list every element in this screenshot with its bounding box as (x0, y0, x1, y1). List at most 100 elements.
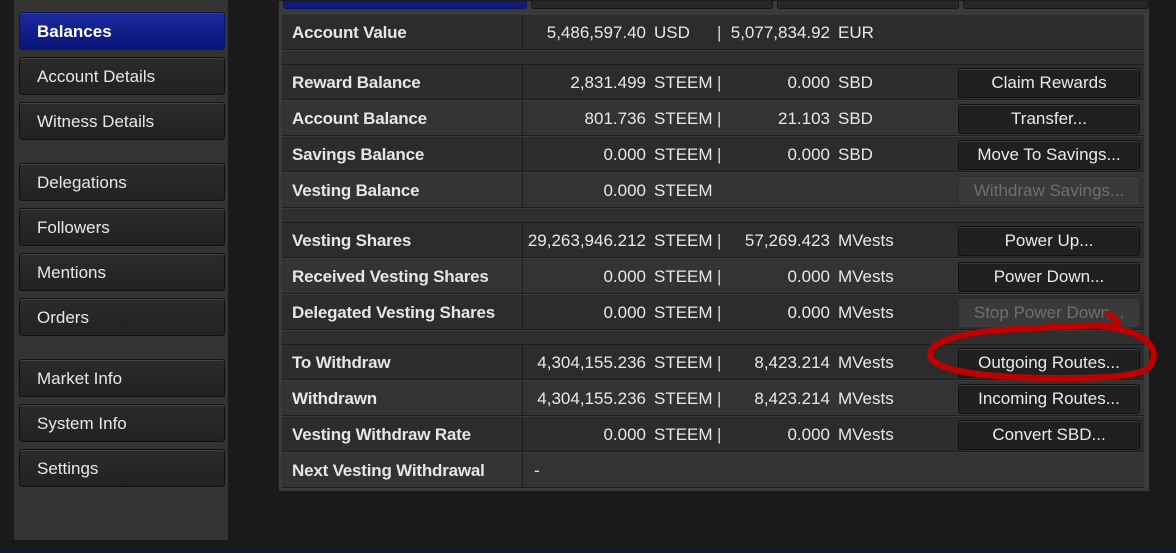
power-up-button[interactable]: Power Up... (958, 226, 1140, 256)
unit-1: STEEM (654, 267, 713, 286)
unit-1: STEEM (654, 425, 713, 444)
sidebar: Balances Account Details Witness Details De… (14, 0, 228, 540)
separator: | (717, 303, 722, 322)
row-label: Reward Balance (292, 73, 421, 92)
row-label: Account Balance (292, 109, 427, 128)
power-down-button[interactable]: Power Down... (958, 262, 1140, 292)
sidebar-item-account-details[interactable]: Account Details (19, 57, 225, 95)
vesting-balance-row: Vesting Balance 0.000 STEEM Withdraw Saving… (282, 173, 1144, 208)
account-value-row: Account Value 5,486,597.40 USD | 5,077,834.9… (282, 15, 1144, 50)
received-vesting-shares-row: Received Vesting Shares 0.000 STEEM | 0.000 M… (282, 259, 1144, 294)
sidebar-item-balances[interactable]: Balances (19, 12, 225, 50)
next-vesting-withdrawal-row: Next Vesting Withdrawal - (282, 453, 1144, 488)
separator: | (717, 109, 722, 128)
vesting-shares-row: Vesting Shares 29,263,946.212 STEEM | 57,269… (282, 223, 1144, 258)
reward-balance-row: Reward Balance 2,831.499 STEEM | 0.000 SBD Cla… (282, 65, 1144, 100)
tab-active[interactable] (283, 1, 527, 9)
row-label: Delegated Vesting Shares (292, 303, 496, 322)
unit-2: MVests (838, 425, 894, 444)
row-label: To Withdraw (292, 353, 391, 372)
tab[interactable] (963, 1, 1149, 9)
value-1: 4,304,155.236 (537, 389, 646, 408)
unit-1: STEEM (654, 181, 713, 200)
separator: | (717, 231, 722, 250)
unit-2: MVests (838, 389, 894, 408)
separator: | (717, 425, 722, 444)
value-2: 8,423.214 (754, 389, 830, 408)
to-withdraw-row: To Withdraw 4,304,155.236 STEEM | 8,423.214 M… (282, 345, 1144, 380)
value-2: 21.103 (778, 109, 830, 128)
sidebar-item-orders[interactable]: Orders (19, 298, 225, 336)
value-1: 0.000 (603, 267, 646, 286)
withdraw-savings-button: Withdraw Savings... (958, 176, 1140, 206)
section-separator (282, 331, 1144, 345)
value-1: 0.000 (603, 303, 646, 322)
sidebar-item-delegations[interactable]: Delegations (19, 163, 225, 201)
row-label: Savings Balance (292, 145, 425, 164)
separator: | (717, 267, 722, 286)
value-1: 29,263,946.212 (527, 231, 646, 250)
unit-2: SBD (838, 145, 873, 164)
unit-2: MVests (838, 353, 894, 372)
savings-balance-row: Savings Balance 0.000 STEEM | 0.000 SBD Move T… (282, 137, 1144, 172)
outgoing-routes-button[interactable]: Outgoing Routes... (958, 348, 1140, 378)
row-label: Vesting Withdraw Rate (292, 425, 471, 444)
stop-power-down-button: Stop Power Down... (958, 298, 1140, 328)
unit-1: STEEM (654, 145, 713, 164)
separator: | (717, 145, 722, 164)
value-2: 0.000 (787, 303, 830, 322)
unit-2: SBD (838, 109, 873, 128)
sidebar-item-mentions[interactable]: Mentions (19, 253, 225, 291)
unit-2: MVests (838, 231, 894, 250)
convert-sbd-button[interactable]: Convert SBD... (958, 420, 1140, 450)
sidebar-item-market-info[interactable]: Market Info (19, 359, 225, 397)
value-1: 0.000 (603, 425, 646, 444)
unit-2: SBD (838, 73, 873, 92)
row-label: Withdrawn (292, 389, 377, 408)
sidebar-item-followers[interactable]: Followers (19, 208, 225, 246)
value-1: 2,831.499 (570, 73, 646, 92)
value-2: 57,269.423 (744, 231, 830, 250)
separator: | (717, 389, 722, 408)
row-label: Vesting Shares (292, 231, 412, 250)
section-separator (282, 209, 1144, 223)
unit-1: STEEM (654, 353, 713, 372)
unit-2: MVests (838, 303, 894, 322)
section-separator (282, 51, 1144, 65)
withdrawn-row: Withdrawn 4,304,155.236 STEEM | 8,423.214 MVe… (282, 381, 1144, 416)
usd-value: 5,486,597.40 (546, 23, 646, 42)
unit-1: STEEM (654, 303, 713, 322)
value-1: 0.000 (603, 181, 646, 200)
sidebar-item-settings[interactable]: Settings (19, 449, 225, 487)
value-1: 0.000 (603, 145, 646, 164)
value-1: - (534, 461, 540, 480)
row-label: Account Value (292, 23, 407, 42)
account-balance-row: Account Balance 801.736 STEEM | 21.103 SBD Tra… (282, 101, 1144, 136)
tab[interactable] (531, 1, 773, 9)
delegated-vesting-shares-row: Delegated Vesting Shares 0.000 STEEM | 0.000… (282, 295, 1144, 330)
sidebar-item-system-info[interactable]: System Info (19, 404, 225, 442)
tab[interactable] (777, 1, 959, 9)
eur-unit: EUR (838, 23, 874, 42)
unit-2: MVests (838, 267, 894, 286)
separator: | (717, 23, 722, 42)
claim-rewards-button[interactable]: Claim Rewards (958, 68, 1140, 98)
value-1: 4,304,155.236 (537, 353, 646, 372)
unit-1: STEEM (654, 109, 713, 128)
row-label: Vesting Balance (292, 181, 420, 200)
sidebar-item-witness-details[interactable]: Witness Details (19, 102, 225, 140)
divider (522, 453, 523, 488)
value-2: 0.000 (787, 267, 830, 286)
usd-unit: USD (654, 23, 690, 42)
value-2: 0.000 (787, 425, 830, 444)
value-2: 0.000 (787, 145, 830, 164)
row-label: Received Vesting Shares (292, 267, 489, 286)
value-2: 0.000 (787, 73, 830, 92)
transfer-button[interactable]: Transfer... (958, 104, 1140, 134)
unit-1: STEEM (654, 231, 713, 250)
separator: | (717, 353, 722, 372)
bottom-border (0, 548, 1176, 553)
vesting-withdraw-rate-row: Vesting Withdraw Rate 0.000 STEEM | 0.000 MVe… (282, 417, 1144, 452)
move-to-savings-button[interactable]: Move To Savings... (958, 140, 1140, 170)
incoming-routes-button[interactable]: Incoming Routes... (958, 384, 1140, 414)
